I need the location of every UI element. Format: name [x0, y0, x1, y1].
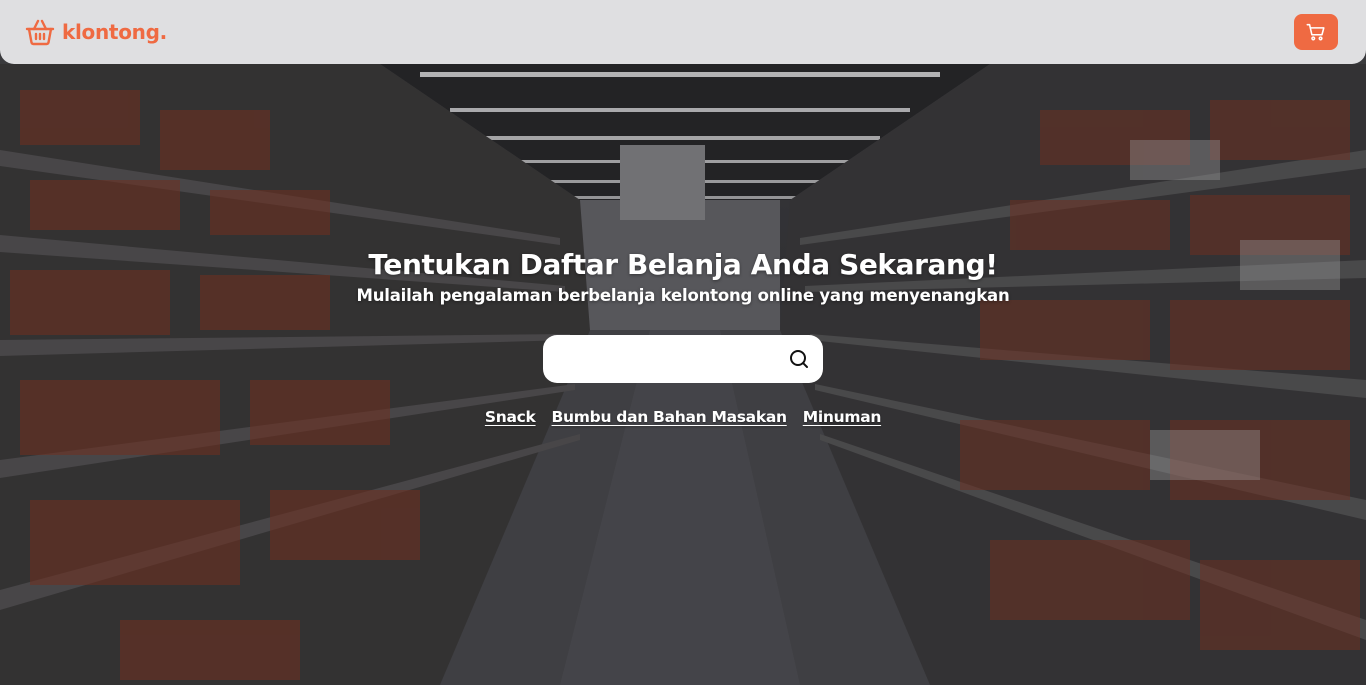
basket-icon: [24, 16, 56, 48]
brand-logo-link[interactable]: klontong.: [24, 16, 167, 48]
navbar: klontong.: [0, 0, 1366, 64]
hero-subtitle: Mulailah pengalaman berbelanja kelontong…: [356, 286, 1010, 305]
hero: Tentukan Daftar Belanja Anda Sekarang! M…: [0, 246, 1366, 308]
category-links: Snack Bumbu dan Bahan Masakan Minuman: [0, 408, 1366, 426]
search-icon: [787, 347, 811, 374]
category-link-bumbu[interactable]: Bumbu dan Bahan Masakan: [552, 408, 787, 426]
hero-title: Tentukan Daftar Belanja Anda Sekarang!: [368, 248, 998, 281]
shopping-cart-icon: [1305, 21, 1327, 43]
category-link-minuman[interactable]: Minuman: [803, 408, 882, 426]
brand-name: klontong.: [62, 20, 167, 44]
search-button[interactable]: [787, 347, 811, 371]
search-box: [543, 335, 823, 385]
search-input[interactable]: [557, 335, 781, 385]
cart-button[interactable]: [1294, 14, 1338, 50]
landing-page: klontong. Tentukan Daftar Belanja Anda S…: [0, 0, 1366, 685]
category-link-snack[interactable]: Snack: [485, 408, 536, 426]
